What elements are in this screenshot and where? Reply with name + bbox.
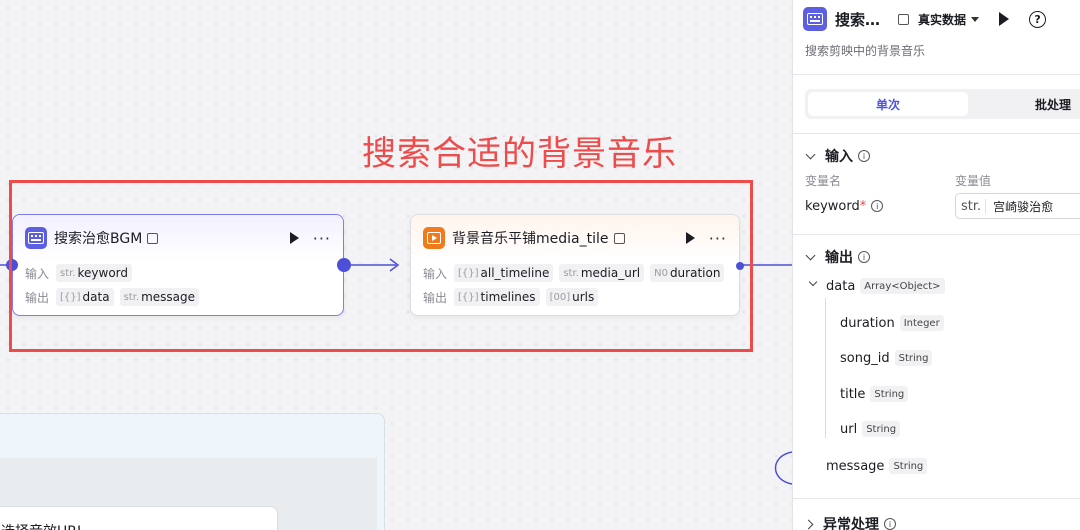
info-icon[interactable]: i xyxy=(858,251,870,263)
workflow-canvas[interactable]: 搜索合适的背景音乐 搜索治愈BGM ··· 输入 str. keyword 输出 … xyxy=(0,0,793,530)
col-var-value: 变量值 xyxy=(955,173,992,188)
run-icon[interactable] xyxy=(999,12,1010,26)
data-mode-label: 真实数据 xyxy=(918,12,967,27)
param-row-keyword: keyword * i str. 宫崎骏治愈 xyxy=(793,192,1080,220)
required-mark: * xyxy=(859,198,867,214)
chevron-right-icon xyxy=(803,519,814,529)
output-url: url String xyxy=(840,421,901,437)
exception-section-header[interactable]: 异常处理 i xyxy=(793,512,908,530)
database-icon xyxy=(898,13,910,25)
annotation-highlight-box xyxy=(9,180,753,352)
node-title: 选择音效URL xyxy=(1,521,85,530)
type-tag: String xyxy=(870,386,909,402)
panel-description: 搜索剪映中的背景音乐 xyxy=(805,44,926,58)
type-tag: Array<Object> xyxy=(860,278,945,294)
info-icon[interactable]: i xyxy=(871,200,884,212)
input-section-header[interactable]: 输入 i xyxy=(793,144,1080,168)
output-message: message String xyxy=(826,458,928,474)
output-section-header[interactable]: 输出 i xyxy=(793,245,1080,269)
info-icon[interactable]: i xyxy=(858,150,870,162)
tab-batch[interactable]: 批处理 xyxy=(1035,92,1071,116)
type-tag: String xyxy=(862,421,901,437)
chevron-down-icon[interactable] xyxy=(808,277,818,287)
output-data: data Array<Object> xyxy=(826,278,945,294)
run-mode-tabs: 单次 批处理 xyxy=(805,89,1080,119)
type-tag: String xyxy=(889,458,928,474)
data-mode-select[interactable]: 真实数据 xyxy=(898,11,980,28)
panel-title: 搜索… xyxy=(835,10,881,29)
output-duration: duration Integer xyxy=(840,315,944,331)
keyword-value: 宫崎骏治愈 xyxy=(993,199,1054,214)
tab-single[interactable]: 单次 xyxy=(808,92,968,116)
type-tag: String xyxy=(894,350,933,366)
keyword-input[interactable]: str. 宫崎骏治愈 xyxy=(955,193,1080,219)
col-var-name: 变量名 xyxy=(805,173,842,188)
info-icon[interactable]: i xyxy=(884,518,896,530)
type-label: str. xyxy=(961,198,987,214)
help-icon[interactable]: ? xyxy=(1029,10,1047,28)
annotation-title: 搜索合适的背景音乐 xyxy=(362,134,677,174)
type-tag: Integer xyxy=(899,315,944,331)
chevron-down-icon xyxy=(805,149,816,159)
param-name: keyword xyxy=(805,198,860,214)
chevron-down-icon xyxy=(805,250,816,260)
node-select-sfx-url[interactable]: 选择音效URL xyxy=(0,506,278,530)
output-title: title String xyxy=(840,386,909,402)
plugin-icon xyxy=(803,7,827,31)
output-song-id: song_id String xyxy=(840,350,933,366)
chevron-down-icon xyxy=(971,16,980,22)
node-test-panel: 搜索… 真实数据 ? 搜索剪映中的背景音乐 单次 批处理 输入 i 变量名 变量… xyxy=(792,0,1080,530)
